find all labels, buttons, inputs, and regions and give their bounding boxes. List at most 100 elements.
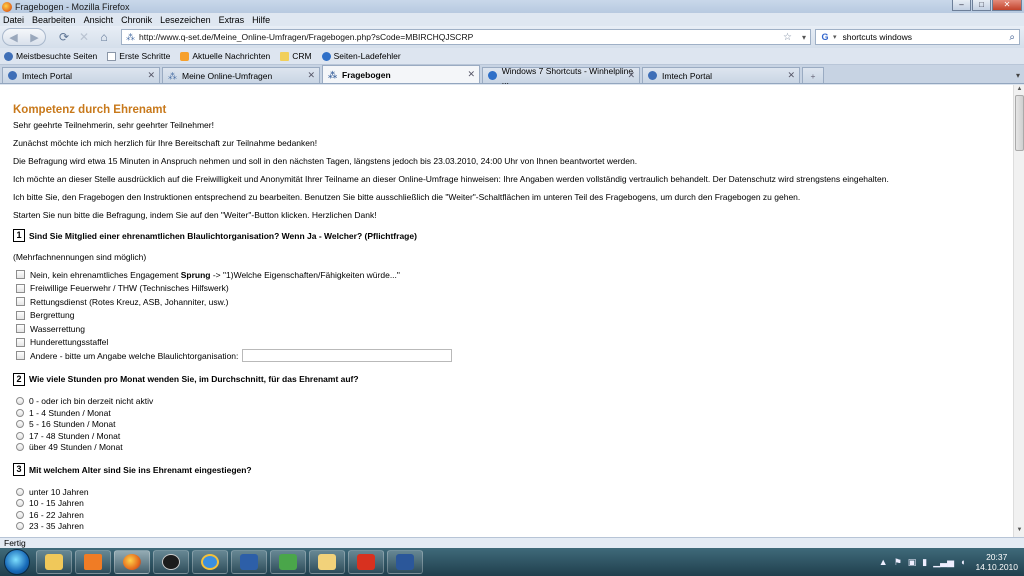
close-tab-icon[interactable]: ✕	[307, 70, 315, 81]
option-bergrettung[interactable]: Bergrettung	[13, 309, 1013, 323]
option-hunderettungsstaffel[interactable]: Hunderettungsstaffel	[13, 336, 1013, 350]
scroll-up-icon[interactable]: ▲	[1015, 86, 1024, 95]
menu-datei[interactable]: Datei	[3, 15, 24, 25]
option-rettungsdienst[interactable]: Rettungsdienst (Rotes Kreuz, ASB, Johann…	[13, 295, 1013, 309]
tab-windows-shortcuts[interactable]: Windows 7 Shortcuts - Winhelpline ... ✕	[482, 66, 640, 86]
bookmark-seiten-ladefehler[interactable]: Seiten-Ladefehler	[321, 51, 401, 61]
radio-button[interactable]	[16, 408, 24, 417]
clock[interactable]: 20:37 14.10.2010	[975, 552, 1018, 572]
question-number: 1	[13, 229, 25, 242]
taskbar-firefox[interactable]	[114, 550, 150, 574]
tab-fragebogen[interactable]: ⁂ Fragebogen ✕	[322, 65, 480, 83]
checkbox[interactable]	[16, 324, 25, 334]
volume-icon[interactable]: ◖	[960, 557, 965, 567]
radio-button[interactable]	[16, 499, 24, 508]
checkbox[interactable]	[16, 283, 25, 293]
checkbox[interactable]	[16, 270, 25, 280]
taskbar-hp[interactable]	[153, 550, 189, 574]
taskbar-pdf[interactable]	[348, 550, 384, 574]
menu-chronik[interactable]: Chronik	[121, 15, 152, 25]
taskbar-internet-explorer[interactable]	[192, 550, 228, 574]
reload-icon[interactable]: ⟳	[54, 28, 74, 46]
radio-button[interactable]	[16, 510, 24, 519]
signal-icon[interactable]: ▁▃▅	[933, 557, 954, 568]
bookmark-star-icon[interactable]: ☆	[783, 32, 792, 43]
forward-arrow-icon[interactable]: ▶	[30, 31, 38, 44]
radio-button[interactable]	[16, 420, 24, 429]
bookmark-crm[interactable]: CRM	[280, 51, 312, 61]
status-bar: Fertig	[0, 537, 1024, 548]
minimize-button[interactable]: –	[952, 0, 971, 11]
checkbox[interactable]	[16, 297, 25, 307]
menu-lesezeichen[interactable]: Lesezeichen	[160, 15, 211, 25]
taskbar-explorer[interactable]	[36, 550, 72, 574]
search-icon[interactable]: ⌕	[1009, 32, 1015, 43]
option-feuerwehr[interactable]: Freiwillige Feuerwehr / THW (Technisches…	[13, 282, 1013, 296]
back-arrow-icon[interactable]: ◀	[9, 31, 17, 44]
bookmark-meistbesuchte[interactable]: Meistbesuchte Seiten	[4, 51, 97, 61]
new-tab-button[interactable]: +	[802, 67, 824, 83]
tab-imtech-portal-2[interactable]: Imtech Portal ✕	[642, 67, 800, 83]
close-tab-icon[interactable]: ✕	[467, 69, 475, 80]
tab-meine-online-umfragen[interactable]: ⁂ Meine Online-Umfragen ✕	[162, 67, 320, 83]
taskbar-media-player[interactable]	[75, 550, 111, 574]
radio-option[interactable]: 1 - 4 Stunden / Monat	[13, 407, 1013, 419]
vertical-scrollbar[interactable]: ▲ ▼	[1013, 85, 1024, 537]
search-input[interactable]	[842, 32, 1003, 42]
radio-option[interactable]: 17 - 48 Stunden / Monat	[13, 430, 1013, 442]
radio-option[interactable]: 5 - 16 Stunden / Monat	[13, 419, 1013, 431]
option-label: Wasserrettung	[30, 323, 85, 334]
radio-option[interactable]: 10 - 15 Jahren	[13, 498, 1013, 510]
radio-button[interactable]	[16, 431, 24, 440]
tab-imtech-portal[interactable]: Imtech Portal ✕	[2, 67, 160, 83]
maximize-button[interactable]: □	[972, 0, 991, 11]
battery-icon[interactable]: ▮	[922, 557, 927, 568]
menu-hilfe[interactable]: Hilfe	[252, 15, 270, 25]
radio-option[interactable]: unter 10 Jahren	[13, 486, 1013, 498]
option-andere[interactable]: Andere - bitte um Angabe welche Blaulich…	[13, 349, 1013, 363]
url-dropdown-icon[interactable]: ▾	[802, 33, 806, 42]
radio-option[interactable]: 0 - oder ich bin derzeit nicht aktiv	[13, 396, 1013, 408]
close-tab-icon[interactable]: ✕	[787, 70, 795, 81]
device-icon[interactable]: ▣	[908, 557, 917, 568]
checkbox[interactable]	[16, 337, 25, 347]
scroll-thumb[interactable]	[1015, 95, 1024, 151]
other-organisation-input[interactable]	[242, 349, 453, 363]
close-tab-icon[interactable]: ✕	[627, 70, 635, 81]
tab-list-icon[interactable]: ▾	[1016, 71, 1020, 80]
system-tray: ▲ ⚑ ▣ ▮ ▁▃▅ ◖ 20:37 14.10.2010	[879, 550, 1018, 574]
show-hidden-icons-icon[interactable]: ▲	[879, 557, 888, 567]
question-2-options: 0 - oder ich bin derzeit nicht aktiv 1 -…	[13, 396, 1013, 454]
checkbox[interactable]	[16, 351, 25, 361]
menu-ansicht[interactable]: Ansicht	[84, 15, 114, 25]
taskbar-apps[interactable]	[231, 550, 267, 574]
radio-option[interactable]: 23 - 35 Jahren	[13, 521, 1013, 533]
radio-option[interactable]: 16 - 22 Jahren	[13, 509, 1013, 521]
close-window-button[interactable]: ✕	[992, 0, 1022, 11]
taskbar-mail[interactable]	[309, 550, 345, 574]
scroll-down-icon[interactable]: ▼	[1015, 527, 1024, 536]
engine-dropdown-icon[interactable]: ▾	[833, 33, 837, 41]
folder-icon	[280, 51, 290, 61]
stop-icon[interactable]: ✕	[74, 28, 94, 46]
bookmark-erste-schritte[interactable]: Erste Schritte	[107, 51, 170, 61]
flag-icon[interactable]: ⚑	[894, 557, 902, 568]
checkbox[interactable]	[16, 310, 25, 320]
google-engine-icon[interactable]: G	[819, 31, 831, 43]
radio-button[interactable]	[16, 443, 24, 452]
taskbar-network[interactable]	[270, 550, 306, 574]
home-icon[interactable]: ⌂	[94, 28, 114, 46]
radio-button[interactable]	[16, 522, 24, 531]
radio-option[interactable]: über 49 Stunden / Monat	[13, 442, 1013, 454]
menu-bearbeiten[interactable]: Bearbeiten	[32, 15, 76, 25]
url-bar[interactable]: ⁂ http://www.q-set.de/Meine_Online-Umfra…	[121, 29, 811, 45]
option-wasserrettung[interactable]: Wasserrettung	[13, 322, 1013, 336]
taskbar-word[interactable]	[387, 550, 423, 574]
radio-button[interactable]	[16, 397, 24, 406]
bookmark-aktuelle-nachrichten[interactable]: Aktuelle Nachrichten	[180, 51, 270, 61]
radio-button[interactable]	[16, 487, 24, 496]
menu-extras[interactable]: Extras	[219, 15, 245, 25]
option-nein[interactable]: Nein, kein ehrenamtliches Engagement Spr…	[13, 268, 1013, 282]
start-button[interactable]	[4, 549, 30, 575]
close-tab-icon[interactable]: ✕	[147, 70, 155, 81]
